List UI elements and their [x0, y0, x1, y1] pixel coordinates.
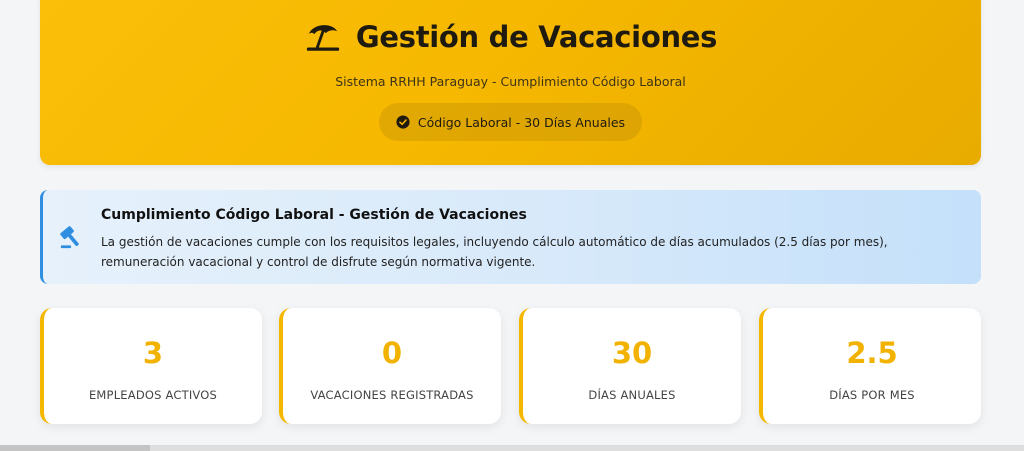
- stat-card-annual-days: 30 DÍAS ANUALES: [519, 308, 741, 424]
- stat-label: DÍAS POR MES: [829, 388, 915, 402]
- page: Gestión de Vacaciones Sistema RRHH Parag…: [0, 0, 1024, 451]
- stat-value: 30: [611, 336, 653, 370]
- compliance-text: La gestión de vacaciones cumple con los …: [101, 235, 888, 269]
- stat-value: 3: [142, 336, 164, 370]
- stat-card-active-employees: 3 EMPLEADOS ACTIVOS: [40, 308, 262, 424]
- header-banner: Gestión de Vacaciones Sistema RRHH Parag…: [40, 0, 981, 165]
- beach-umbrella-icon: [304, 18, 342, 56]
- stat-label: DÍAS ANUALES: [588, 388, 676, 402]
- stat-label: EMPLEADOS ACTIVOS: [88, 388, 218, 402]
- compliance-alert: Cumplimiento Código Laboral - Gestión de…: [40, 190, 981, 284]
- stat-value: 0: [381, 336, 403, 370]
- stat-value: 2.5: [846, 336, 898, 370]
- labor-code-badge: Código Laboral - 30 Días Anuales: [379, 103, 642, 141]
- horizontal-scrollbar-thumb[interactable]: [0, 445, 150, 451]
- gavel-icon: [59, 224, 85, 250]
- page-subtitle: Sistema RRHH Paraguay - Cumplimiento Cód…: [335, 74, 686, 89]
- check-circle-icon: [396, 115, 410, 129]
- horizontal-scrollbar[interactable]: [0, 445, 1024, 451]
- labor-code-badge-label: Código Laboral - 30 Días Anuales: [417, 114, 626, 130]
- compliance-title: Cumplimiento Código Laboral - Gestión de…: [101, 207, 527, 223]
- header-title-row: Gestión de Vacaciones: [40, 18, 981, 56]
- stat-label: VACACIONES REGISTRADAS: [310, 388, 474, 402]
- stat-card-registered-vacations: 0 VACACIONES REGISTRADAS: [279, 308, 501, 424]
- page-title: Gestión de Vacaciones: [355, 20, 718, 54]
- stat-card-days-per-month: 2.5 DÍAS POR MES: [759, 308, 981, 424]
